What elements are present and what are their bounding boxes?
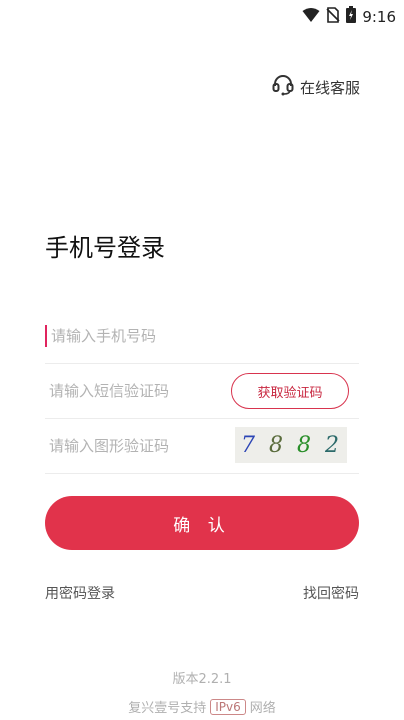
confirm-button[interactable]: 确 认 bbox=[45, 496, 359, 550]
captcha-field-row: 7 8 8 2 bbox=[45, 419, 359, 474]
wifi-icon bbox=[302, 7, 320, 27]
captcha-input[interactable] bbox=[45, 419, 225, 473]
battery-icon bbox=[346, 6, 357, 27]
captcha-image[interactable]: 7 8 8 2 bbox=[235, 427, 347, 463]
ipv6-prefix: 复兴壹号支持 bbox=[128, 701, 207, 716]
phone-input[interactable] bbox=[45, 325, 359, 347]
captcha-digit: 8 bbox=[297, 432, 313, 458]
no-sim-icon bbox=[326, 6, 340, 27]
headset-icon bbox=[272, 74, 294, 100]
captcha-digit: 8 bbox=[269, 432, 285, 458]
online-service-button[interactable]: 在线客服 bbox=[272, 74, 360, 100]
password-login-link[interactable]: 用密码登录 bbox=[45, 583, 115, 603]
page-title: 手机号登录 bbox=[45, 234, 165, 262]
ipv6-badge: IPv6 bbox=[210, 698, 246, 715]
online-service-label: 在线客服 bbox=[299, 78, 360, 97]
status-icons: 9:16 bbox=[302, 6, 396, 27]
ipv6-support-note: 复兴壹号支持 IPv6 网络 bbox=[0, 697, 404, 716]
version-label: 版本2.2.1 bbox=[172, 672, 232, 687]
sms-code-input[interactable] bbox=[45, 364, 225, 418]
captcha-digit: 7 bbox=[241, 432, 257, 458]
phone-field-row bbox=[45, 309, 359, 364]
get-code-button[interactable]: 获取验证码 bbox=[231, 373, 349, 409]
forgot-password-link[interactable]: 找回密码 bbox=[303, 583, 359, 603]
status-bar: 9:16 bbox=[0, 0, 404, 32]
status-time: 9:16 bbox=[362, 7, 396, 26]
sms-field-row: 获取验证码 bbox=[45, 364, 359, 419]
ipv6-suffix: 网络 bbox=[249, 701, 276, 716]
captcha-digit: 2 bbox=[325, 432, 341, 458]
